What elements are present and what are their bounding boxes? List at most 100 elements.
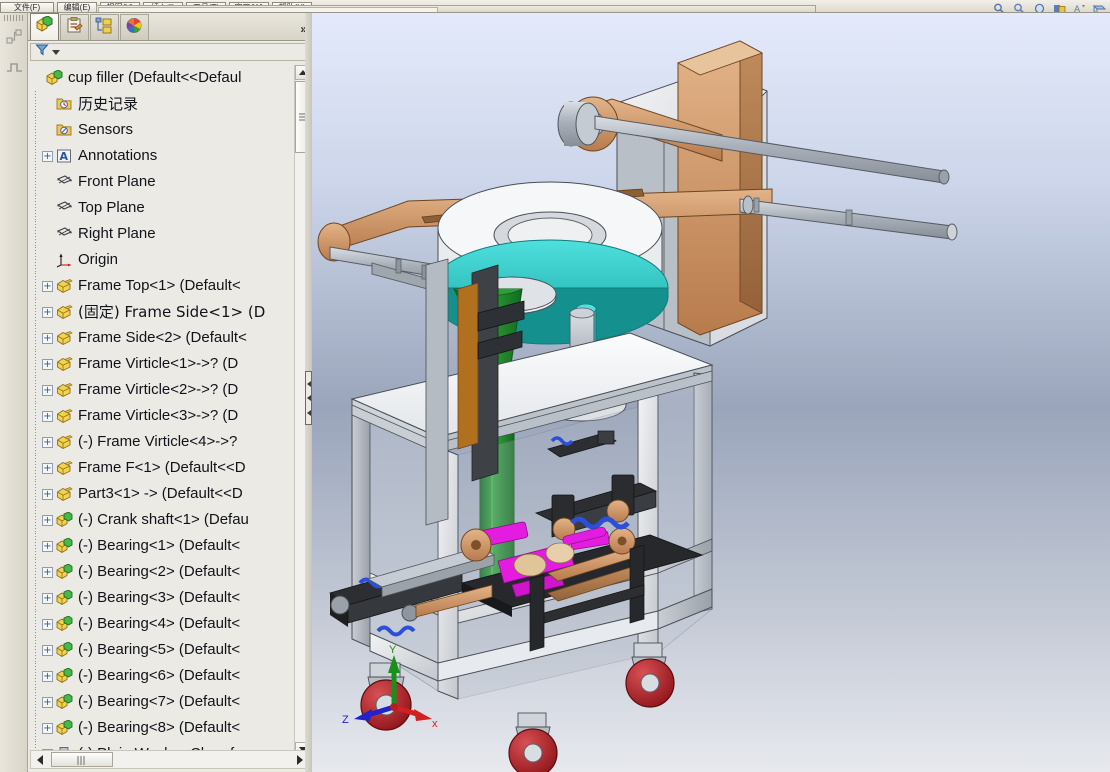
feature-manager-panel[interactable]: » cup filler (Default<<Defaul 历史记录 Sensors… (28, 13, 311, 772)
step-function-icon[interactable] (5, 57, 24, 76)
tree-expand-toggle[interactable]: + (42, 384, 53, 396)
feature-tree-item[interactable]: + Frame Side<2> (Default< (30, 325, 295, 351)
menu-item-0[interactable]: 文件(F) (0, 2, 54, 12)
feature-tree-item-label: Annotations (78, 147, 158, 164)
tree-expand-toggle[interactable]: + (42, 540, 53, 552)
rail-drag-grip[interactable] (4, 15, 24, 21)
tree-expand-toggle[interactable]: + (42, 150, 53, 162)
feature-tree-item[interactable]: + (固定) Frame Side<1> (D (30, 299, 295, 325)
zoom-in-icon[interactable] (993, 1, 1006, 12)
clipboard-icon (65, 16, 84, 39)
display-manager-tab[interactable] (120, 14, 149, 40)
tree-guide-line (35, 325, 36, 351)
feature-tree-filter-input[interactable] (63, 44, 293, 60)
tree-expand-toggle[interactable]: + (42, 332, 53, 344)
tree-expand-toggle[interactable]: + (42, 566, 53, 578)
tree-expand-toggle[interactable]: + (42, 280, 53, 292)
feature-tree-item[interactable]: + (-) Bearing<1> (Default< (30, 533, 295, 559)
feature-tree-item-label: (-) Bearing<2> (Default< (78, 563, 241, 580)
property-manager-tab[interactable] (60, 14, 89, 40)
tree-expand-toggle[interactable]: + (42, 436, 53, 448)
feature-tree-item[interactable]: + (-) Bearing<5> (Default< (30, 637, 295, 663)
feature-tree-item[interactable]: cup filler (Default<<Defaul (30, 65, 295, 91)
feature-tree-item[interactable]: 历史记录 (30, 91, 295, 117)
tree-expand-toggle[interactable]: + (42, 514, 53, 526)
feature-tree-item[interactable]: Sensors (30, 117, 295, 143)
tree-guide-line (35, 117, 36, 143)
filter-dropdown-caret[interactable] (52, 49, 60, 55)
tree-expand-toggle[interactable]: + (42, 306, 53, 318)
tree-guide-line (35, 247, 36, 273)
tree-expand-toggle[interactable]: + (42, 488, 53, 500)
part-icon (56, 486, 73, 502)
feature-tree[interactable]: cup filler (Default<<Defaul 历史记录 Sensors + A… (30, 65, 309, 757)
feature-tree-item[interactable]: + Frame Virticle<3>->? (D (30, 403, 295, 429)
zoom-out-icon[interactable] (1013, 1, 1026, 12)
tree-expand-toggle[interactable]: + (42, 410, 53, 422)
sensors-folder-icon (56, 122, 73, 138)
feature-tree-item-label: (-) Frame Virticle<4>->? (78, 433, 238, 450)
feature-tree-horizontal-scrollbar[interactable] (30, 750, 309, 769)
svg-text:A: A (60, 150, 69, 163)
feature-tree-item-label: Frame Virticle<1>->? (D (78, 355, 239, 372)
feature-tree-item[interactable]: + Frame Top<1> (Default< (30, 273, 295, 299)
feature-tree-item-label: cup filler (Default<<Defaul (68, 69, 242, 86)
zoom-to-fit-icon[interactable] (1033, 1, 1046, 12)
feature-tree-item[interactable]: Top Plane (30, 195, 295, 221)
assembly-tree-icon (35, 15, 54, 38)
left-icon-rail[interactable] (0, 13, 28, 772)
tree-expand-toggle[interactable]: + (42, 670, 53, 682)
feature-tree-item[interactable]: + (-) Bearing<7> (Default< (30, 689, 295, 715)
feature-tree-item[interactable]: + (-) Bearing<6> (Default< (30, 663, 295, 689)
panel-collapse-handle[interactable] (305, 371, 312, 425)
feature-tree-filter-bar[interactable] (30, 43, 309, 61)
tree-expand-toggle[interactable]: + (42, 618, 53, 630)
filter-icon[interactable] (35, 43, 49, 61)
feature-tree-item[interactable]: Origin (30, 247, 295, 273)
tree-expand-toggle[interactable]: + (42, 696, 53, 708)
feature-tree-item[interactable]: + Frame Virticle<2>->? (D (30, 377, 295, 403)
feature-manager-tab-strip[interactable]: » (28, 13, 311, 41)
horizontal-scroll-thumb[interactable] (51, 752, 113, 767)
feature-tree-item-label: Right Plane (78, 225, 156, 242)
feature-tree-item-label: Part3<1> -> (Default<<D (78, 485, 243, 502)
feature-tree-item[interactable]: + Frame F<1> (Default<<D (30, 455, 295, 481)
feature-tree-item[interactable]: + (-) Bearing<3> (Default< (30, 585, 295, 611)
feature-tree-item-label: Sensors (78, 121, 134, 138)
flowchart-icon[interactable] (5, 27, 24, 46)
feature-tree-item-label: Top Plane (78, 199, 145, 216)
feature-tree-item[interactable]: Right Plane (30, 221, 295, 247)
feature-tree-item[interactable]: + (-) Frame Virticle<4>->? (30, 429, 295, 455)
configuration-manager-tab[interactable] (90, 14, 119, 40)
tree-expand-toggle[interactable]: + (42, 592, 53, 604)
feature-tree-item[interactable]: Front Plane (30, 169, 295, 195)
panel-splitter[interactable] (305, 13, 312, 772)
tree-expand-toggle[interactable]: + (42, 462, 53, 474)
display-style-icon[interactable] (1092, 1, 1107, 12)
feature-tree-item[interactable]: + Frame Virticle<1>->? (D (30, 351, 295, 377)
feature-tree-item[interactable]: + A Annotations (30, 143, 295, 169)
tree-expand-toggle[interactable]: + (42, 722, 53, 734)
part-green-icon (56, 537, 73, 554)
feature-tree-item[interactable]: + (-) Bearing<4> (Default< (30, 611, 295, 637)
tree-expand-toggle[interactable]: + (42, 358, 53, 370)
feature-tree-item-label: Frame Virticle<2>->? (D (78, 381, 239, 398)
plane-icon (56, 174, 73, 190)
feature-tree-rows[interactable]: cup filler (Default<<Defaul 历史记录 Sensors + A… (30, 65, 295, 757)
feature-tree-item[interactable]: + Part3<1> -> (Default<<D (30, 481, 295, 507)
feature-manager-tab[interactable] (30, 13, 59, 40)
svg-text:A: A (1074, 5, 1081, 13)
feature-tree-item[interactable]: + (-) Bearing<8> (Default< (30, 715, 295, 741)
feature-tree-item[interactable]: + (-) Bearing<2> (Default< (30, 559, 295, 585)
tree-guide-line (35, 611, 36, 637)
graphics-viewport[interactable]: Y x Z (312, 13, 1110, 772)
view-toolbar[interactable]: A (993, 0, 1107, 12)
annotation-icon[interactable]: A (1073, 1, 1086, 12)
triad-y-label: Y (389, 644, 397, 656)
feature-tree-item[interactable]: + (-) Crank shaft<1> (Defau (30, 507, 295, 533)
menu-item-1[interactable]: 编辑(E) (57, 2, 97, 12)
top-toolbar-strip[interactable]: 文件(F)编辑(E)视图(V)插入(I)工具(T)窗口(W)帮助(H) A (0, 0, 1110, 13)
section-view-icon[interactable] (1053, 1, 1066, 12)
scroll-left-button[interactable] (31, 751, 48, 768)
tree-expand-toggle[interactable]: + (42, 644, 53, 656)
